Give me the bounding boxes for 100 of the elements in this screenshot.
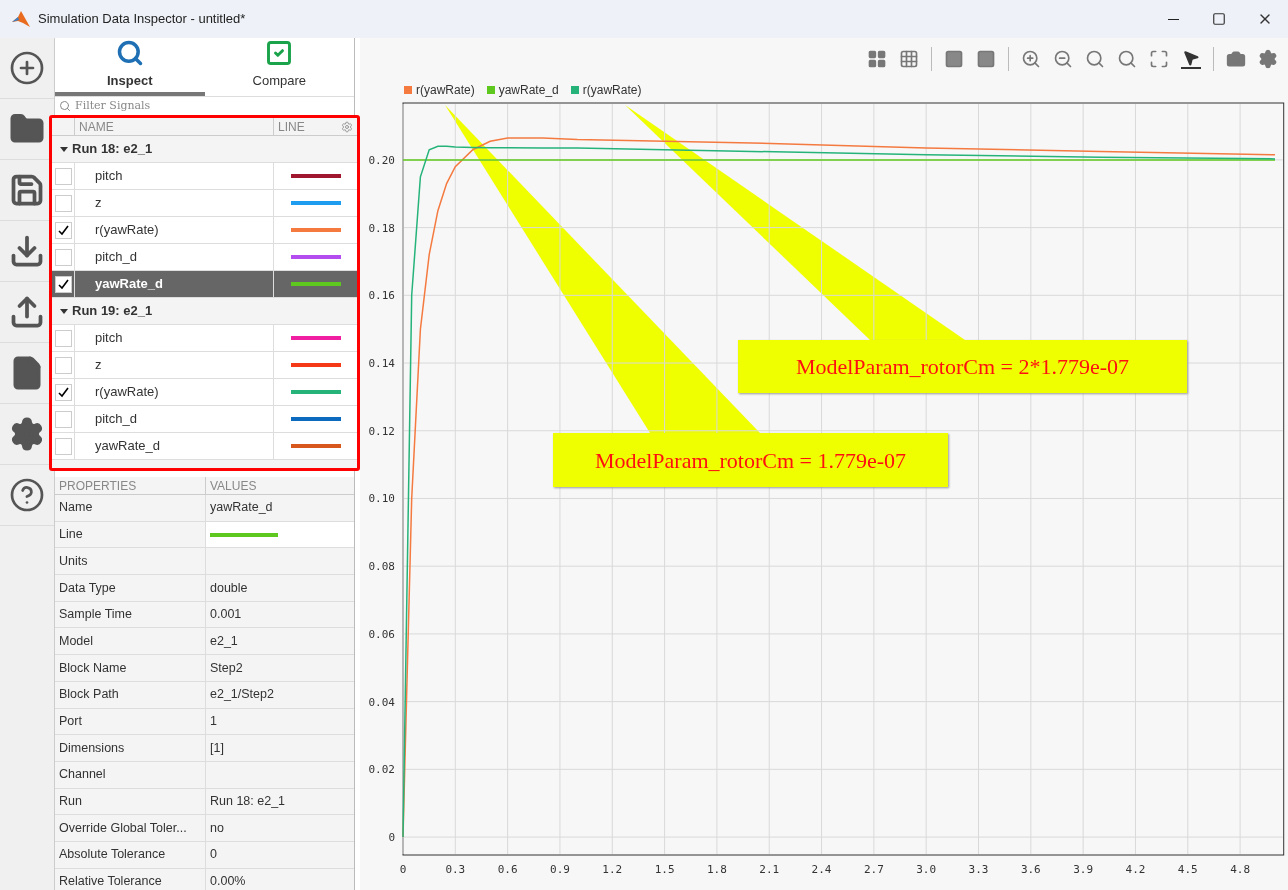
help-icon[interactable] (9, 477, 45, 513)
signal-name: pitch (74, 325, 273, 351)
run-label: Run 18: e2_1 (72, 140, 153, 159)
x-tick-label: 2.4 (811, 863, 832, 876)
layout-grid-icon[interactable] (867, 49, 887, 69)
settings-icon[interactable] (1258, 49, 1278, 69)
signal-row[interactable]: z (52, 190, 357, 217)
property-value: 0 (210, 846, 217, 864)
grid-icon[interactable] (899, 49, 919, 69)
app-logo-icon (12, 11, 30, 27)
checkbox[interactable] (54, 275, 72, 293)
signal-row[interactable]: pitch_d (52, 244, 357, 271)
signal-row[interactable]: z (52, 352, 357, 379)
legend-label: yawRate_d (498, 82, 559, 99)
property-name: Port (55, 708, 205, 735)
signal-name: z (74, 352, 273, 378)
y-tick-label: 0.12 (368, 424, 395, 438)
property-value: yawRate_d (210, 499, 273, 517)
save-icon[interactable] (9, 172, 45, 208)
column-header: PROPERTIES (58, 478, 138, 495)
x-tick-label: 4.8 (1230, 863, 1251, 876)
property-value: 1 (210, 712, 217, 730)
checkbox[interactable] (54, 194, 72, 212)
signal-name: yawRate_d (74, 433, 273, 459)
signal-name: pitch_d (74, 244, 273, 270)
filter-field[interactable]: Filter Signals (75, 97, 350, 115)
fit-view-icon[interactable] (1149, 49, 1169, 69)
checkbox[interactable] (54, 248, 72, 266)
property-name: Units (55, 548, 205, 575)
x-tick-label: 3.6 (1020, 863, 1041, 876)
caret-icon[interactable] (60, 145, 68, 153)
callout-label: ModelParam_rotorCm = 1.779e-07 (553, 433, 948, 487)
run-label: Run 19: e2_1 (72, 302, 153, 321)
x-tick-label: 4.5 (1177, 863, 1198, 876)
y-tick-label: 0.14 (368, 357, 395, 371)
caret-icon[interactable] (60, 307, 68, 315)
y-tick-label: 0.08 (368, 560, 395, 574)
camera-icon[interactable] (1226, 49, 1246, 69)
property-name: Run (55, 788, 205, 815)
y-tick-label: 0.20 (368, 153, 395, 167)
signal-name: yawRate_d (74, 271, 273, 297)
checkbox[interactable] (54, 329, 72, 347)
property-name: Sample Time (55, 601, 205, 628)
add-icon[interactable] (9, 50, 45, 86)
property-value: double (210, 579, 248, 597)
x-tick-label: 0.3 (445, 863, 466, 876)
checkbox[interactable] (54, 221, 72, 239)
property-name: Line (55, 521, 205, 548)
signal-name: pitch (74, 163, 273, 189)
checkbox[interactable] (54, 437, 72, 455)
legend-swatch (486, 86, 495, 94)
x-tick-label: 3.9 (1073, 863, 1094, 876)
signal-row[interactable]: pitch (52, 163, 357, 190)
x-tick-label: 2.7 (863, 863, 884, 876)
upload-icon[interactable] (9, 294, 45, 330)
signal-row[interactable]: pitch (52, 325, 357, 352)
panel-tab[interactable]: Compare (204, 38, 354, 96)
gear-icon[interactable] (341, 121, 353, 133)
y-tick-label: 0 (388, 831, 395, 845)
property-value: e2_1 (210, 632, 238, 650)
checkbox[interactable] (54, 410, 72, 428)
y-tick-label: 0.18 (368, 221, 395, 235)
minimize-icon (1167, 18, 1179, 20)
property-name: Name (55, 495, 205, 521)
signal-row[interactable]: yawRate_d (52, 271, 357, 298)
y-tick-label: 0.16 (368, 289, 395, 303)
signal-name: z (74, 190, 273, 216)
x-tick-label: 4.2 (1125, 863, 1146, 876)
property-name: Dimensions (55, 735, 205, 761)
property-name: Model (55, 628, 205, 655)
signal-row[interactable]: yawRate_d (52, 433, 357, 460)
property-name: Block Name (55, 655, 205, 681)
legend-swatch (404, 86, 412, 94)
signal-row[interactable]: pitch_d (52, 406, 357, 433)
property-name: Absolute Tolerance (55, 841, 205, 868)
y-tick-label: 0.04 (368, 695, 395, 709)
cursor-icon[interactable] (1181, 49, 1201, 69)
x-tick-label: 1.8 (707, 863, 727, 876)
property-name: Relative Tolerance (55, 868, 205, 890)
panel-tab[interactable]: Inspect (55, 38, 205, 96)
signal-row[interactable]: r(yawRate) (52, 217, 357, 244)
zoom-in-icon[interactable] (1021, 49, 1041, 69)
zoom-out-icon[interactable] (1053, 49, 1073, 69)
property-value: [1] (210, 739, 224, 757)
property-name: Data Type (55, 575, 205, 601)
callout-label: ModelParam_rotorCm = 2*1.779e-07 (738, 340, 1187, 393)
property-name: Block Path (55, 681, 205, 708)
signal-row[interactable]: r(yawRate) (52, 379, 357, 406)
y-tick-label: 0.10 (368, 492, 395, 506)
check-square-icon (265, 39, 294, 68)
x-tick-label: 0 (399, 863, 407, 876)
download-icon[interactable] (9, 233, 45, 269)
signal-name: r(yawRate) (74, 217, 273, 243)
checkbox[interactable] (54, 383, 72, 401)
window-title: Simulation Data Inspector - untitled* (38, 10, 246, 29)
checkbox[interactable] (54, 167, 72, 185)
signal-name: r(yawRate) (74, 379, 273, 405)
settings-icon[interactable] (9, 416, 45, 452)
y-tick-label: 0.06 (368, 627, 395, 641)
checkbox[interactable] (54, 356, 72, 374)
